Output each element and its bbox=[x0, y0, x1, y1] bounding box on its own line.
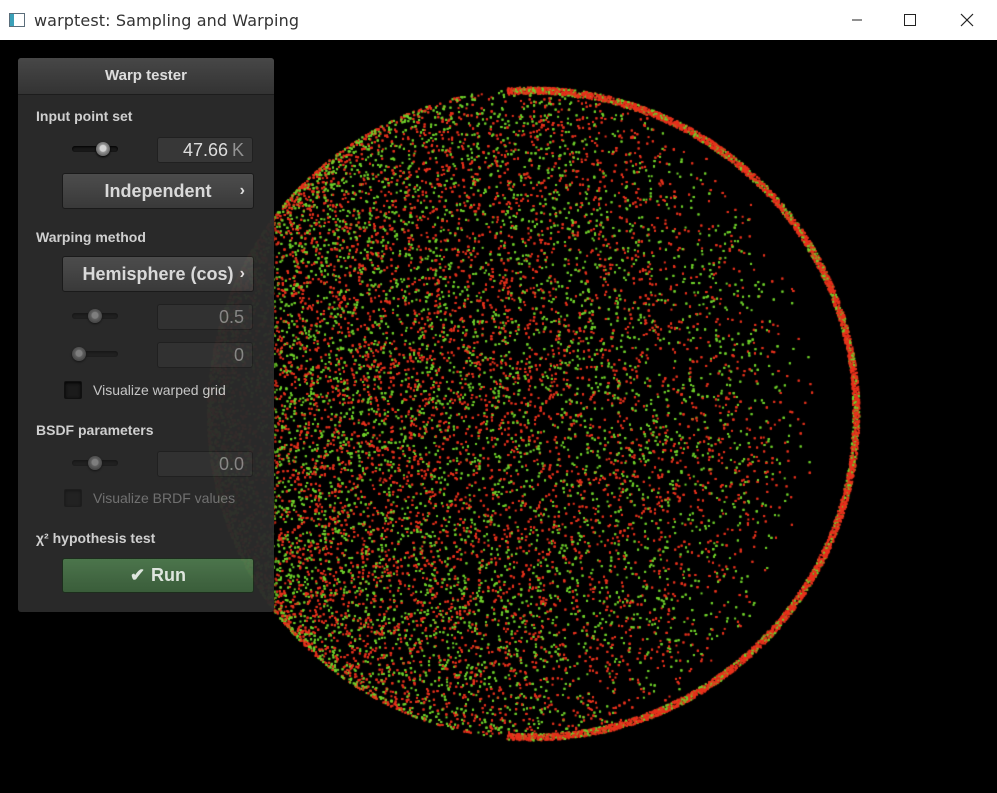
check-icon: ✔ bbox=[129, 565, 146, 585]
visualize-grid-label: Visualize warped grid bbox=[93, 382, 226, 398]
slider-knob[interactable] bbox=[72, 347, 86, 361]
window-titlebar: warptest: Sampling and Warping bbox=[0, 0, 997, 40]
point-count-value: 47.66 bbox=[182, 140, 228, 160]
bsdf-slider[interactable] bbox=[72, 456, 118, 470]
warp-tester-panel: Warp tester Input point set 47.66 K Indep… bbox=[18, 58, 274, 612]
visualize-brdf-label: Visualize BRDF values bbox=[93, 490, 236, 506]
chevron-right-icon: › bbox=[239, 182, 245, 199]
warp-param2-slider[interactable] bbox=[72, 347, 118, 361]
close-icon bbox=[960, 13, 974, 27]
slider-knob[interactable] bbox=[88, 456, 102, 470]
slider-knob[interactable] bbox=[88, 309, 102, 323]
maximize-button[interactable] bbox=[887, 0, 933, 40]
warp-param2-field[interactable]: 0 bbox=[157, 342, 253, 368]
close-button[interactable] bbox=[944, 0, 990, 40]
chi2-test-label: χ² hypothesis test bbox=[36, 530, 156, 546]
minimize-icon bbox=[852, 19, 862, 21]
warping-method-dropdown[interactable]: Hemisphere (cos) › bbox=[62, 256, 254, 292]
window-title: warptest: Sampling and Warping bbox=[34, 11, 300, 30]
visualize-brdf-checkbox-row[interactable]: Visualize BRDF values bbox=[64, 487, 235, 509]
point-count-unit: K bbox=[231, 140, 244, 160]
point-type-dropdown[interactable]: Independent › bbox=[62, 173, 254, 209]
bsdf-parameters-label: BSDF parameters bbox=[36, 422, 154, 438]
bsdf-value-field[interactable]: 0.0 bbox=[157, 451, 253, 477]
input-point-set-label: Input point set bbox=[36, 108, 133, 124]
point-count-slider[interactable] bbox=[72, 142, 118, 156]
point-count-field[interactable]: 47.66 K bbox=[157, 137, 253, 163]
slider-knob[interactable] bbox=[96, 142, 110, 156]
point-type-label: Independent bbox=[104, 181, 212, 201]
warp-param1-field[interactable]: 0.5 bbox=[157, 304, 253, 330]
chevron-right-icon: › bbox=[239, 265, 245, 282]
warp-param1-slider[interactable] bbox=[72, 309, 118, 323]
warping-method-label: Warping method bbox=[36, 229, 146, 245]
app-icon bbox=[9, 13, 25, 27]
run-label: Run bbox=[151, 565, 187, 585]
visualize-brdf-checkbox[interactable] bbox=[64, 489, 82, 507]
panel-title[interactable]: Warp tester bbox=[18, 58, 274, 95]
warping-method-value: Hemisphere (cos) bbox=[82, 264, 234, 284]
maximize-icon bbox=[904, 14, 916, 26]
minimize-button[interactable] bbox=[834, 0, 880, 40]
run-test-button[interactable]: ✔ Run bbox=[62, 558, 254, 593]
visualize-grid-checkbox[interactable] bbox=[64, 381, 82, 399]
visualize-grid-checkbox-row[interactable]: Visualize warped grid bbox=[64, 379, 226, 401]
